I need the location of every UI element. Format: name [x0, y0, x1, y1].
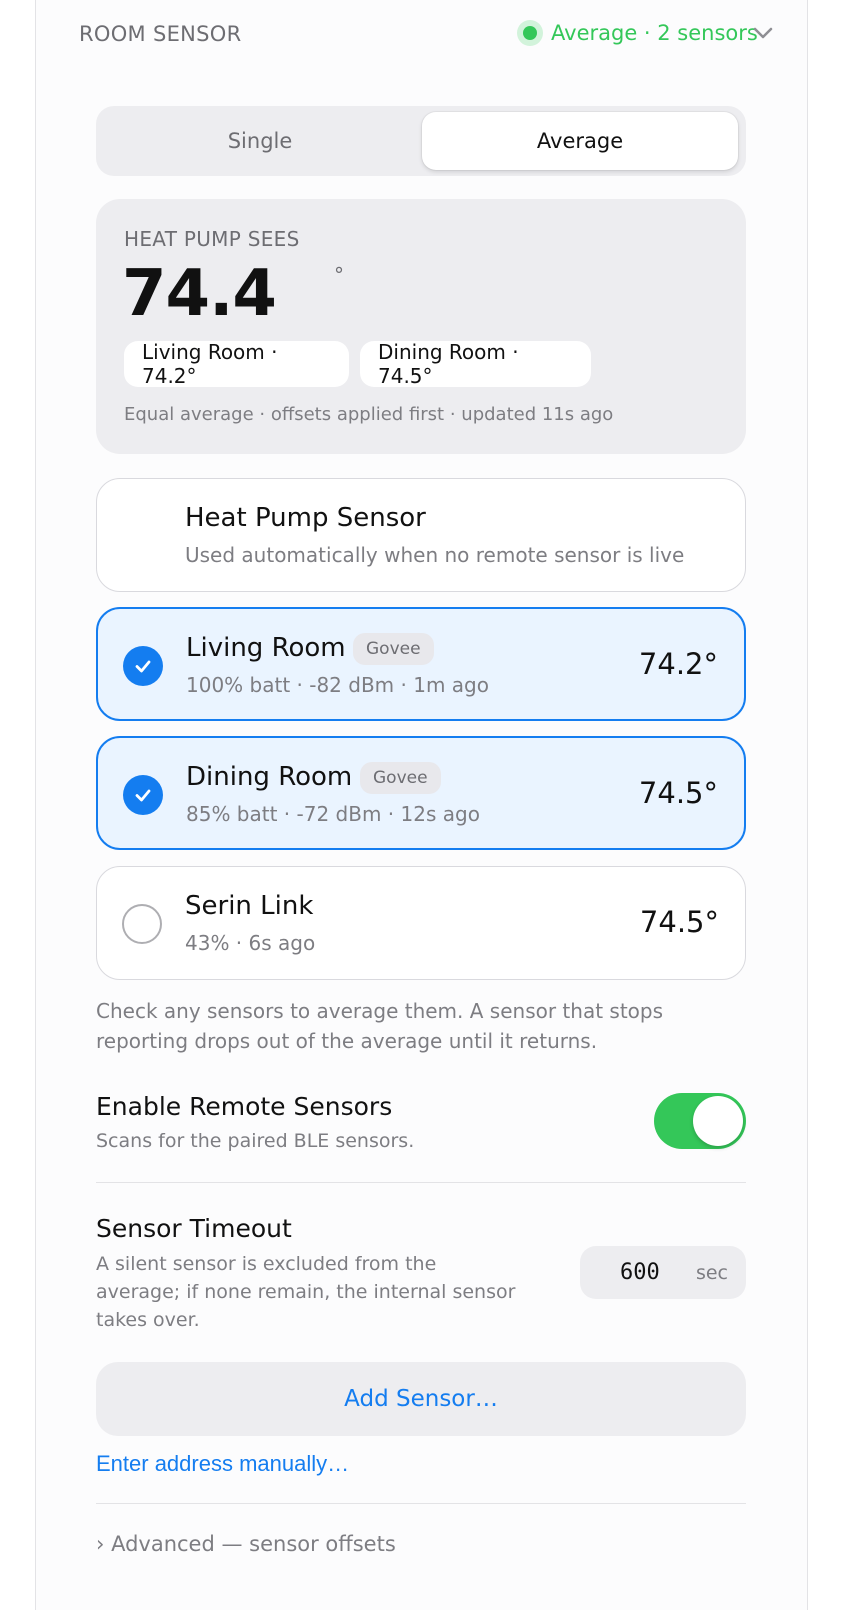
divider [96, 1503, 746, 1504]
sensor-chip: Living Room · 74.2° [124, 340, 349, 388]
sensor-name: Dining Room [186, 762, 353, 792]
sensor-brand-badge: Govee [360, 762, 441, 794]
average-footnote: Equal average · offsets applied first · … [124, 404, 614, 425]
mode-segmented-control: Single Average [96, 106, 746, 176]
status-dot-icon [517, 20, 543, 46]
enter-address-link[interactable]: Enter address manually… [96, 1451, 349, 1477]
remote-sensors-toggle[interactable] [654, 1093, 746, 1149]
sensor-chip: Dining Room · 74.5° [360, 340, 591, 388]
heat-pump-sees-card: HEAT PUMP SEES 74.4 ° Living Room · 74.2… [96, 199, 746, 454]
sensor-row-living-room[interactable]: Living Room Govee 100% batt · -82 dBm · … [96, 607, 746, 721]
sensor-temperature: 74.5° [638, 776, 718, 810]
sensor-subtitle: 100% batt · -82 dBm · 1m ago [186, 673, 489, 697]
timeout-field[interactable]: 600 sec [580, 1246, 746, 1299]
timeout-unit: sec [695, 1262, 728, 1284]
sensor-row-dining-room[interactable]: Dining Room Govee 85% batt · -72 dBm · 1… [96, 736, 746, 850]
sensor-name: Living Room [186, 633, 346, 663]
mode-single-button[interactable]: Single [102, 112, 418, 170]
sensor-row-serin-link[interactable]: Serin Link 43% · 6s ago 74.5° [96, 866, 746, 980]
degree-symbol: ° [334, 263, 344, 287]
chevron-down-icon[interactable] [752, 24, 774, 42]
mode-average-button[interactable]: Average [422, 112, 738, 170]
sensor-brand-badge: Govee [353, 633, 434, 665]
add-sensor-button[interactable]: Add Sensor… [96, 1362, 746, 1436]
divider [96, 1182, 746, 1183]
sensor-subtitle: 85% batt · -72 dBm · 12s ago [186, 802, 480, 826]
sensor-subtitle: Used automatically when no remote sensor… [185, 543, 685, 567]
current-temperature: 74.4 [122, 257, 277, 331]
section-title: ROOM SENSOR [79, 22, 242, 46]
sensor-temperature: 74.5° [639, 905, 719, 939]
timeout-value[interactable]: 600 [620, 1260, 660, 1285]
timeout-description: A silent sensor is excluded from the ave… [96, 1253, 516, 1331]
checkmark-icon[interactable] [123, 775, 163, 815]
timeout-title: Sensor Timeout [96, 1214, 292, 1243]
heat-pump-sees-label: HEAT PUMP SEES [124, 227, 300, 251]
checkmark-icon[interactable] [123, 646, 163, 686]
sensor-name: Heat Pump Sensor [185, 503, 426, 533]
unchecked-circle-icon[interactable] [122, 904, 162, 944]
remote-sensors-title: Enable Remote Sensors [96, 1092, 393, 1121]
sensor-subtitle: 43% · 6s ago [185, 931, 316, 955]
sensor-name: Serin Link [185, 891, 314, 921]
sensor-temperature: 74.2° [638, 647, 718, 681]
remote-sensors-subtitle: Scans for the paired BLE sensors. [96, 1130, 415, 1152]
toggle-knob [693, 1096, 743, 1146]
help-text: Check any sensors to average them. A sen… [96, 999, 664, 1053]
advanced-offsets-disclosure[interactable]: › Advanced — sensor offsets [96, 1532, 396, 1556]
status-indicator: Average · 2 sensors [517, 20, 758, 46]
sensor-row-heat-pump[interactable]: Heat Pump Sensor Used automatically when… [96, 478, 746, 592]
status-text: Average · 2 sensors [551, 21, 758, 45]
